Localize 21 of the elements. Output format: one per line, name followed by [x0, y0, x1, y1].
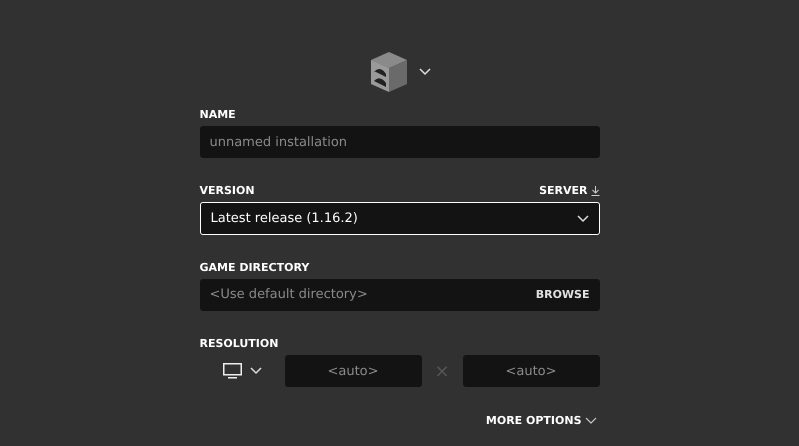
field-label: GAME DIRECTORY — [200, 261, 310, 275]
version-dropdown[interactable]: Latest release (1.16.2) — [200, 202, 600, 235]
times-sign: × — [433, 360, 451, 384]
caret-icon — [576, 214, 588, 222]
caret-icon — [584, 417, 596, 426]
name-field[interactable]: unnamed installation — [200, 126, 600, 158]
icon-picker-button[interactable] — [368, 50, 430, 94]
width-field[interactable]: <auto> — [284, 355, 422, 387]
server-download-link[interactable]: SERVER — [539, 184, 600, 198]
stone-block-icon — [368, 50, 408, 94]
field-label: RESOLUTION — [200, 337, 280, 351]
more-options-toggle[interactable]: MORE OPTIONS — [486, 413, 596, 430]
caret-icon — [250, 367, 262, 375]
field-label: VERSION — [200, 184, 255, 198]
download-icon — [590, 186, 600, 196]
directory-field[interactable]: <Use default directory> BROWSE — [200, 279, 600, 311]
caret-icon — [418, 68, 430, 76]
monitor-icon — [222, 363, 242, 379]
browse-button[interactable]: BROWSE — [536, 286, 590, 304]
height-field[interactable]: <auto> — [462, 355, 600, 387]
field-label: NAME — [200, 108, 237, 122]
